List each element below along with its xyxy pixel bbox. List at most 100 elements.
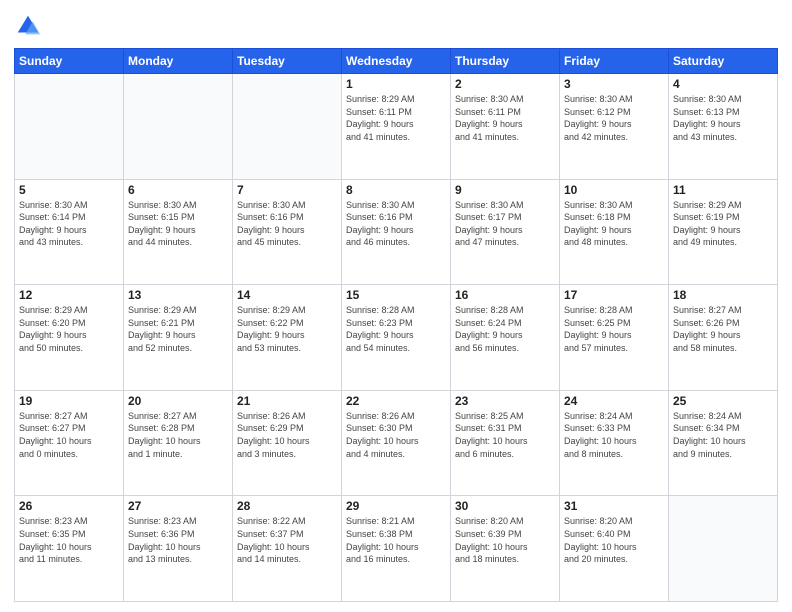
- logo-icon: [14, 12, 42, 40]
- calendar-cell: 15 Sunrise: 8:28 AM Sunset: 6:23 PM Dayli…: [342, 285, 451, 391]
- day-info: Sunrise: 8:29 AM Sunset: 6:11 PM Dayligh…: [346, 93, 446, 143]
- day-number: 14: [237, 288, 337, 302]
- calendar-cell: [15, 74, 124, 180]
- day-number: 5: [19, 183, 119, 197]
- calendar-cell: 25Sunrise: 8:24 AM Sunset: 6:34 PM Dayli…: [669, 390, 778, 496]
- weekday-header: Tuesday: [233, 49, 342, 74]
- weekday-header: Wednesday: [342, 49, 451, 74]
- logo: [14, 12, 46, 40]
- day-info: Sunrise: 8:30 AM Sunset: 6:15 PM Dayligh…: [128, 199, 228, 249]
- day-number: 6: [128, 183, 228, 197]
- day-number: 26: [19, 499, 119, 513]
- calendar-cell: [233, 74, 342, 180]
- day-number: 25: [673, 394, 773, 408]
- day-info: Sunrise: 8:30 AM Sunset: 6:16 PM Dayligh…: [237, 199, 337, 249]
- day-number: 4: [673, 77, 773, 91]
- calendar-cell: 22 Sunrise: 8:26 AM Sunset: 6:30 PM Dayli…: [342, 390, 451, 496]
- day-number: 15: [346, 288, 446, 302]
- day-number: 7: [237, 183, 337, 197]
- weekday-header: Monday: [124, 49, 233, 74]
- calendar-cell: 14 Sunrise: 8:29 AM Sunset: 6:22 PM Dayli…: [233, 285, 342, 391]
- calendar-cell: 8 Sunrise: 8:30 AM Sunset: 6:16 PM Daylig…: [342, 179, 451, 285]
- calendar-cell: 19 Sunrise: 8:27 AM Sunset: 6:27 PM Dayli…: [15, 390, 124, 496]
- day-info: Sunrise: 8:29 AM Sunset: 6:20 PM Dayligh…: [19, 304, 119, 354]
- day-number: 10: [564, 183, 664, 197]
- day-info: Sunrise: 8:26 AM Sunset: 6:29 PM Dayligh…: [237, 410, 337, 460]
- calendar-cell: 29Sunrise: 8:21 AM Sunset: 6:38 PM Dayli…: [342, 496, 451, 602]
- weekday-header: Friday: [560, 49, 669, 74]
- calendar-cell: 16 Sunrise: 8:28 AM Sunset: 6:24 PM Dayli…: [451, 285, 560, 391]
- day-number: 12: [19, 288, 119, 302]
- calendar-cell: 17 Sunrise: 8:28 AM Sunset: 6:25 PM Dayli…: [560, 285, 669, 391]
- day-info: Sunrise: 8:27 AM Sunset: 6:28 PM Dayligh…: [128, 410, 228, 460]
- calendar-cell: [669, 496, 778, 602]
- calendar-week-row: 12 Sunrise: 8:29 AM Sunset: 6:20 PM Dayli…: [15, 285, 778, 391]
- calendar-cell: 9 Sunrise: 8:30 AM Sunset: 6:17 PM Daylig…: [451, 179, 560, 285]
- calendar-cell: 10 Sunrise: 8:30 AM Sunset: 6:18 PM Dayli…: [560, 179, 669, 285]
- day-info: Sunrise: 8:28 AM Sunset: 6:24 PM Dayligh…: [455, 304, 555, 354]
- day-number: 23: [455, 394, 555, 408]
- day-number: 19: [19, 394, 119, 408]
- calendar-cell: 30Sunrise: 8:20 AM Sunset: 6:39 PM Dayli…: [451, 496, 560, 602]
- calendar-week-row: 26 Sunrise: 8:23 AM Sunset: 6:35 PM Dayli…: [15, 496, 778, 602]
- day-number: 11: [673, 183, 773, 197]
- day-info: Sunrise: 8:23 AM Sunset: 6:36 PM Dayligh…: [128, 515, 228, 565]
- calendar-cell: 26 Sunrise: 8:23 AM Sunset: 6:35 PM Dayli…: [15, 496, 124, 602]
- day-info: Sunrise: 8:29 AM Sunset: 6:22 PM Dayligh…: [237, 304, 337, 354]
- top-section: [14, 12, 778, 40]
- day-number: 16: [455, 288, 555, 302]
- calendar-week-row: 1 Sunrise: 8:29 AM Sunset: 6:11 PM Daylig…: [15, 74, 778, 180]
- day-number: 17: [564, 288, 664, 302]
- calendar-cell: 5 Sunrise: 8:30 AM Sunset: 6:14 PM Daylig…: [15, 179, 124, 285]
- day-number: 3: [564, 77, 664, 91]
- calendar-cell: 4 Sunrise: 8:30 AM Sunset: 6:13 PM Daylig…: [669, 74, 778, 180]
- day-info: Sunrise: 8:29 AM Sunset: 6:19 PM Dayligh…: [673, 199, 773, 249]
- day-info: Sunrise: 8:24 AM Sunset: 6:33 PM Dayligh…: [564, 410, 664, 460]
- weekday-header: Saturday: [669, 49, 778, 74]
- day-info: Sunrise: 8:22 AM Sunset: 6:37 PM Dayligh…: [237, 515, 337, 565]
- day-info: Sunrise: 8:30 AM Sunset: 6:16 PM Dayligh…: [346, 199, 446, 249]
- calendar-cell: 28 Sunrise: 8:22 AM Sunset: 6:37 PM Dayli…: [233, 496, 342, 602]
- day-info: Sunrise: 8:30 AM Sunset: 6:12 PM Dayligh…: [564, 93, 664, 143]
- day-number: 29: [346, 499, 446, 513]
- weekday-header: Thursday: [451, 49, 560, 74]
- day-info: Sunrise: 8:30 AM Sunset: 6:14 PM Dayligh…: [19, 199, 119, 249]
- day-info: Sunrise: 8:23 AM Sunset: 6:35 PM Dayligh…: [19, 515, 119, 565]
- calendar-week-row: 5 Sunrise: 8:30 AM Sunset: 6:14 PM Daylig…: [15, 179, 778, 285]
- day-info: Sunrise: 8:25 AM Sunset: 6:31 PM Dayligh…: [455, 410, 555, 460]
- day-info: Sunrise: 8:29 AM Sunset: 6:21 PM Dayligh…: [128, 304, 228, 354]
- day-number: 9: [455, 183, 555, 197]
- day-number: 8: [346, 183, 446, 197]
- day-number: 18: [673, 288, 773, 302]
- day-info: Sunrise: 8:27 AM Sunset: 6:27 PM Dayligh…: [19, 410, 119, 460]
- calendar: SundayMondayTuesdayWednesdayThursdayFrid…: [14, 48, 778, 602]
- day-info: Sunrise: 8:27 AM Sunset: 6:26 PM Dayligh…: [673, 304, 773, 354]
- day-number: 13: [128, 288, 228, 302]
- day-info: Sunrise: 8:20 AM Sunset: 6:40 PM Dayligh…: [564, 515, 664, 565]
- calendar-cell: 7 Sunrise: 8:30 AM Sunset: 6:16 PM Daylig…: [233, 179, 342, 285]
- calendar-cell: 12 Sunrise: 8:29 AM Sunset: 6:20 PM Dayli…: [15, 285, 124, 391]
- day-number: 31: [564, 499, 664, 513]
- day-info: Sunrise: 8:26 AM Sunset: 6:30 PM Dayligh…: [346, 410, 446, 460]
- calendar-cell: 23 Sunrise: 8:25 AM Sunset: 6:31 PM Dayli…: [451, 390, 560, 496]
- day-info: Sunrise: 8:30 AM Sunset: 6:13 PM Dayligh…: [673, 93, 773, 143]
- day-number: 2: [455, 77, 555, 91]
- calendar-cell: 1 Sunrise: 8:29 AM Sunset: 6:11 PM Daylig…: [342, 74, 451, 180]
- calendar-cell: 11 Sunrise: 8:29 AM Sunset: 6:19 PM Dayli…: [669, 179, 778, 285]
- day-number: 24: [564, 394, 664, 408]
- day-info: Sunrise: 8:20 AM Sunset: 6:39 PM Dayligh…: [455, 515, 555, 565]
- day-info: Sunrise: 8:28 AM Sunset: 6:25 PM Dayligh…: [564, 304, 664, 354]
- calendar-cell: 27Sunrise: 8:23 AM Sunset: 6:36 PM Dayli…: [124, 496, 233, 602]
- day-number: 28: [237, 499, 337, 513]
- calendar-cell: 2Sunrise: 8:30 AM Sunset: 6:11 PM Daylig…: [451, 74, 560, 180]
- day-info: Sunrise: 8:28 AM Sunset: 6:23 PM Dayligh…: [346, 304, 446, 354]
- calendar-cell: 3 Sunrise: 8:30 AM Sunset: 6:12 PM Daylig…: [560, 74, 669, 180]
- day-number: 22: [346, 394, 446, 408]
- calendar-cell: 31 Sunrise: 8:20 AM Sunset: 6:40 PM Dayli…: [560, 496, 669, 602]
- day-number: 21: [237, 394, 337, 408]
- day-number: 1: [346, 77, 446, 91]
- weekday-header-row: SundayMondayTuesdayWednesdayThursdayFrid…: [15, 49, 778, 74]
- day-info: Sunrise: 8:30 AM Sunset: 6:18 PM Dayligh…: [564, 199, 664, 249]
- day-info: Sunrise: 8:30 AM Sunset: 6:17 PM Dayligh…: [455, 199, 555, 249]
- calendar-week-row: 19 Sunrise: 8:27 AM Sunset: 6:27 PM Dayli…: [15, 390, 778, 496]
